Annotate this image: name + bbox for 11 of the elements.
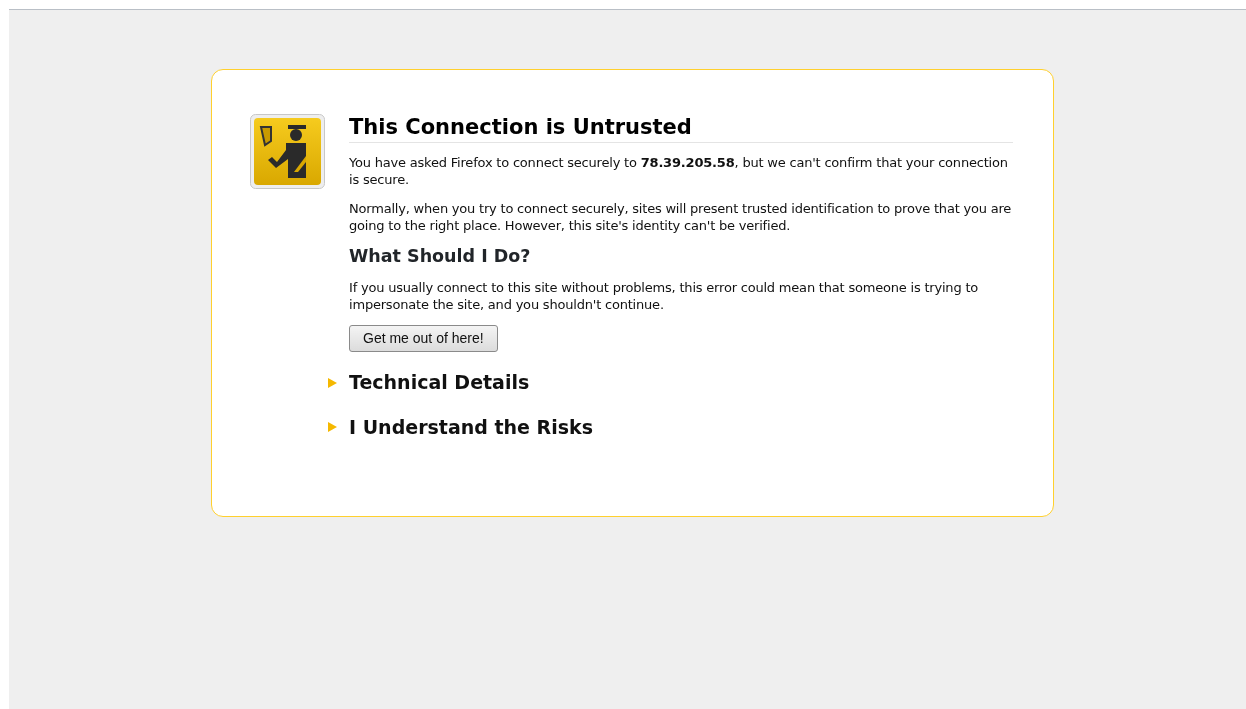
get-out-button[interactable]: Get me out of here! [349,325,498,353]
expander-toggle[interactable]: I Understand the Risks [349,412,593,442]
expander-toggle[interactable]: Technical Details [349,368,530,397]
section-heading: What Should I Do? [349,246,532,268]
advice-paragraph: If you usually connect to this site without problems, this error could mean that someone is trying to impersonate the site, and you shouldn't continue. [349,279,980,314]
expand-arrow-icon[interactable] [328,422,337,432]
page-title: This Connection is Untrusted [349,114,1013,144]
explanation-paragraph: Normally, when you try to connect securely, sites will present trusted identification to prove that you are going to the right place. However, this site's identity can't be verified. [349,200,1013,235]
officer-icon [250,114,325,189]
expand-arrow-icon[interactable] [328,377,337,388]
intro-paragraph: You have asked Firefox to connect securely to 78.39.205.58, but we can't confirm that your connection is secure. [349,154,1009,189]
